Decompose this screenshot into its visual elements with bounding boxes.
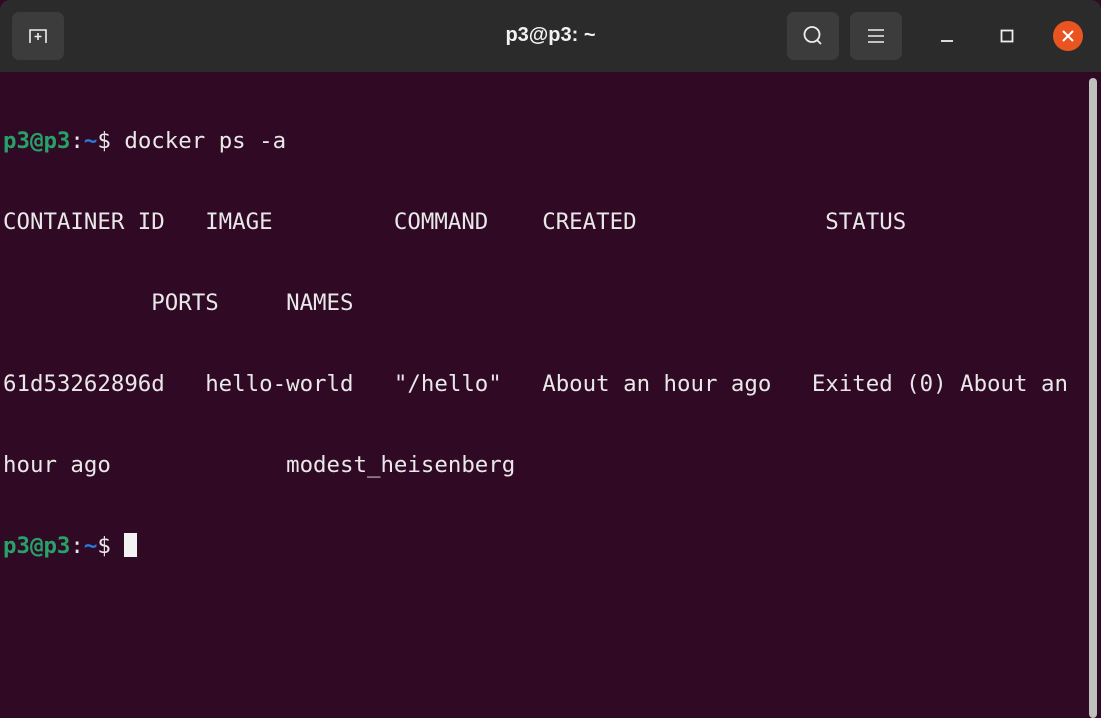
close-button[interactable] [1053, 21, 1083, 51]
minimize-button[interactable] [933, 22, 961, 50]
prompt-line[interactable]: p3@p3:~$ [3, 533, 1068, 560]
output-line: CONTAINER ID IMAGE COMMAND CREATED STATU… [3, 209, 907, 235]
prompt-sep: : [70, 533, 84, 559]
hamburger-menu-icon [868, 29, 884, 43]
close-icon [1062, 30, 1074, 42]
text-cursor [124, 533, 138, 557]
minimize-icon [941, 40, 953, 42]
prompt-symbol: $ [97, 533, 125, 559]
prompt-symbol: $ [97, 128, 125, 154]
output-line: PORTS NAMES [3, 290, 354, 316]
command-line: p3@p3:~$ docker ps -a [3, 128, 1068, 155]
title-bar: p3@p3: ~ [0, 0, 1101, 72]
prompt-sep: : [70, 128, 84, 154]
output-line: 61d53262896d hello-world "/hello" About … [3, 371, 1068, 397]
output-line: hour ago modest_heisenberg [3, 452, 516, 478]
search-button[interactable] [787, 12, 839, 60]
search-icon [803, 26, 822, 45]
maximize-icon [1000, 29, 1014, 43]
prompt-path: ~ [83, 533, 98, 559]
command-text: docker ps -a [124, 128, 287, 154]
prompt-path: ~ [83, 128, 98, 154]
terminal-output[interactable]: p3@p3:~$ docker ps -a CONTAINER ID IMAGE… [3, 74, 1068, 587]
prompt-user: p3@p3 [3, 128, 71, 154]
scrollbar[interactable] [1089, 78, 1097, 718]
menu-button[interactable] [850, 12, 902, 60]
maximize-button[interactable] [993, 22, 1021, 50]
prompt-user: p3@p3 [3, 533, 71, 559]
